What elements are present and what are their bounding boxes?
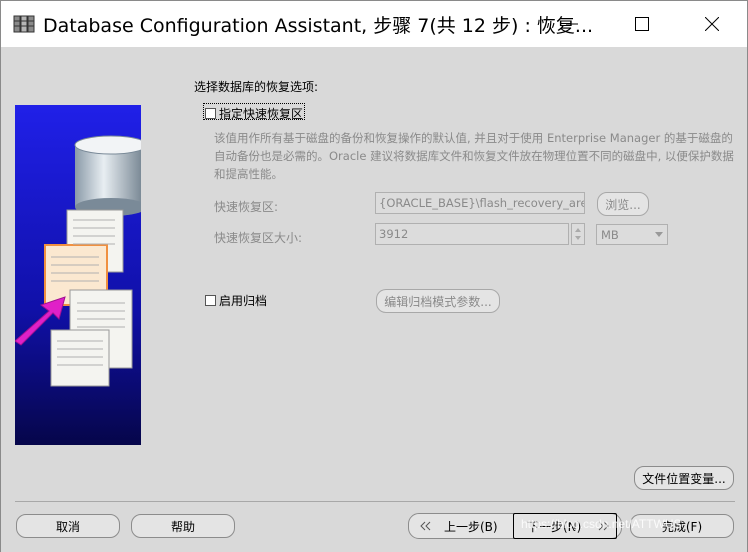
maximize-icon	[635, 17, 649, 31]
size-unit-select[interactable]: MB	[596, 224, 668, 245]
close-icon	[705, 17, 719, 31]
focus-indicator	[203, 103, 305, 120]
close-button[interactable]	[689, 1, 735, 47]
spinner-arrows-icon	[575, 228, 581, 240]
chevron-down-icon	[655, 232, 663, 237]
recovery-size-label: 快速恢复区大小:	[214, 231, 303, 245]
browse-button[interactable]: 浏览...	[597, 192, 649, 216]
recovery-area-label: 快速恢复区:	[214, 200, 279, 214]
recovery-illustration	[14, 105, 148, 445]
footer-separator	[15, 501, 735, 502]
chevron-left-icon	[420, 521, 431, 531]
recovery-area-input[interactable]: {ORACLE_BASE}\flash_recovery_area	[375, 192, 585, 214]
minimize-icon	[566, 23, 578, 25]
maximize-button[interactable]	[619, 1, 665, 47]
section-title: 选择数据库的恢复选项:	[194, 80, 319, 94]
help-button[interactable]: 帮助	[131, 514, 235, 538]
edit-archive-params-button[interactable]: 编辑归档模式参数...	[376, 289, 500, 313]
archive-checkbox[interactable]	[205, 295, 216, 306]
file-location-variables-button[interactable]: 文件位置变量...	[634, 466, 734, 490]
recovery-size-spinner[interactable]	[571, 223, 585, 245]
back-button[interactable]: 上一步(B)	[408, 513, 512, 539]
flash-recovery-description: 该值用作所有基于磁盘的备份和恢复操作的默认值, 并且对于使用 Enterpris…	[214, 131, 734, 181]
minimize-button[interactable]	[549, 1, 595, 47]
dialog-content: 选择数据库的恢复选项: 指定快速恢复区 该值用作所有基于磁盘的备份和恢复操作的默…	[1, 47, 747, 552]
database-app-icon	[13, 13, 35, 35]
watermark: https://blog.csdn.net/ATTWUS	[521, 517, 682, 531]
recovery-size-input[interactable]: 3912	[375, 223, 569, 245]
size-unit-value: MB	[601, 228, 619, 242]
window-title: Database Configuration Assistant, 步骤 7(共…	[43, 15, 594, 37]
title-bar: Database Configuration Assistant, 步骤 7(共…	[1, 1, 747, 47]
back-label: 上一步(B)	[444, 520, 498, 534]
cancel-button[interactable]: 取消	[16, 514, 120, 538]
archive-checkbox-label[interactable]: 启用归档	[219, 292, 267, 309]
dbca-window: Database Configuration Assistant, 步骤 7(共…	[0, 0, 748, 552]
